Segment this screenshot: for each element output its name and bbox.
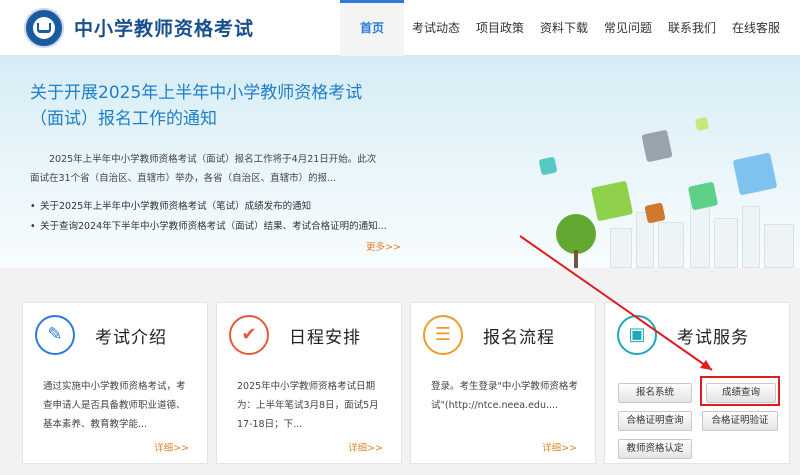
nav-faq[interactable]: 常见问题 xyxy=(596,0,660,56)
tree-illustration xyxy=(556,214,596,254)
teacher-qualification-button[interactable]: 教师资格认定 xyxy=(618,439,692,459)
building xyxy=(690,202,710,268)
hero-banner: 关于开展2025年上半年中小学教师资格考试（面试）报名工作的通知 2025年上半… xyxy=(0,56,800,268)
card-exam-intro: ✎ 考试介绍 通过实施中小学教师资格考试，考查申请人是否具备教师职业道德、基本素… xyxy=(22,302,208,464)
news-item-text[interactable]: 关于2025年上半年中小学教师资格考试（笔试）成绩发布的通知 xyxy=(40,201,311,212)
tree-trunk xyxy=(574,250,578,268)
site-title[interactable]: 中小学教师资格考试 xyxy=(74,14,254,41)
banner-headline[interactable]: 关于开展2025年上半年中小学教师资格考试（面试）报名工作的通知 xyxy=(30,80,390,132)
cube-illustration xyxy=(641,129,673,163)
nav-contact[interactable]: 联系我们 xyxy=(660,0,724,56)
card-title[interactable]: 考试服务 xyxy=(677,323,749,348)
nav-exam-news[interactable]: 考试动态 xyxy=(404,0,468,56)
banner-description: 2025年上半年中小学教师资格考试（面试）报名工作将于4月21日开始。此次面试在… xyxy=(30,154,377,184)
checkmark-icon: ✔ xyxy=(229,315,269,355)
building xyxy=(764,224,794,268)
certificate-query-button[interactable]: 合格证明查询 xyxy=(618,411,692,431)
card-registration-process: ☰ 报名流程 登录。考生登录"中小学教师资格考试"(http://ntce.ne… xyxy=(410,302,596,464)
building xyxy=(658,222,684,268)
card-more-link[interactable]: 详细>> xyxy=(348,440,383,454)
news-item[interactable]: • 关于查询2024年下半年中小学教师资格考试（面试）结果、考试合格证明的通知..… xyxy=(30,217,400,237)
card-text: 2025年中小学教师资格考试日期为：上半年笔试3月8日，面试5月17-18日；下… xyxy=(237,381,379,430)
building xyxy=(742,206,760,268)
building xyxy=(610,228,632,268)
card-more-link[interactable]: 详细>> xyxy=(542,440,577,454)
site-logo-icon[interactable] xyxy=(24,8,64,48)
score-query-highlight-box xyxy=(700,376,780,406)
contact-book-icon: ▣ xyxy=(617,315,657,355)
building xyxy=(714,218,738,268)
banner-more-link[interactable]: 更多>> xyxy=(366,239,401,253)
card-text: 通过实施中小学教师资格考试，考查申请人是否具备教师职业道德、基本素养、教育教学能… xyxy=(43,381,186,430)
nav-downloads[interactable]: 资料下载 xyxy=(532,0,596,56)
card-title[interactable]: 报名流程 xyxy=(483,323,555,348)
nav-online-service[interactable]: 在线客服 xyxy=(724,0,788,56)
cube-illustration xyxy=(732,152,778,196)
bullet-icon: • xyxy=(30,221,36,232)
news-item-text[interactable]: 关于查询2024年下半年中小学教师资格考试（面试）结果、考试合格证明的通知... xyxy=(40,221,387,232)
card-text: 登录。考生登录"中小学教师资格考试"(http://ntce.neea.edu.… xyxy=(431,381,578,411)
registration-system-button[interactable]: 报名系统 xyxy=(618,383,692,403)
cube-illustration xyxy=(694,116,710,132)
news-list: • 关于2025年上半年中小学教师资格考试（笔试）成绩发布的通知 • 关于查询202… xyxy=(30,197,400,237)
card-title[interactable]: 日程安排 xyxy=(289,323,361,348)
main-nav: 首页 考试动态 项目政策 资料下载 常见问题 联系我们 在线客服 xyxy=(340,0,788,56)
cube-illustration xyxy=(538,156,558,176)
document-edit-icon: ✎ xyxy=(35,315,75,355)
logo-book-icon xyxy=(37,23,51,33)
site-header: 中小学教师资格考试 首页 考试动态 项目政策 资料下载 常见问题 联系我们 在线… xyxy=(0,0,800,56)
news-item[interactable]: • 关于2025年上半年中小学教师资格考试（笔试）成绩发布的通知 xyxy=(30,197,400,217)
bullet-icon: • xyxy=(30,201,36,212)
nav-policy[interactable]: 项目政策 xyxy=(468,0,532,56)
nav-home[interactable]: 首页 xyxy=(340,0,404,56)
card-schedule: ✔ 日程安排 2025年中小学教师资格考试日期为：上半年笔试3月8日，面试5月1… xyxy=(216,302,402,464)
card-more-link[interactable]: 详细>> xyxy=(154,440,189,454)
card-title[interactable]: 考试介绍 xyxy=(95,323,167,348)
certificate-verify-button[interactable]: 合格证明验证 xyxy=(702,411,778,431)
form-list-icon: ☰ xyxy=(423,315,463,355)
cube-illustration xyxy=(644,202,666,224)
